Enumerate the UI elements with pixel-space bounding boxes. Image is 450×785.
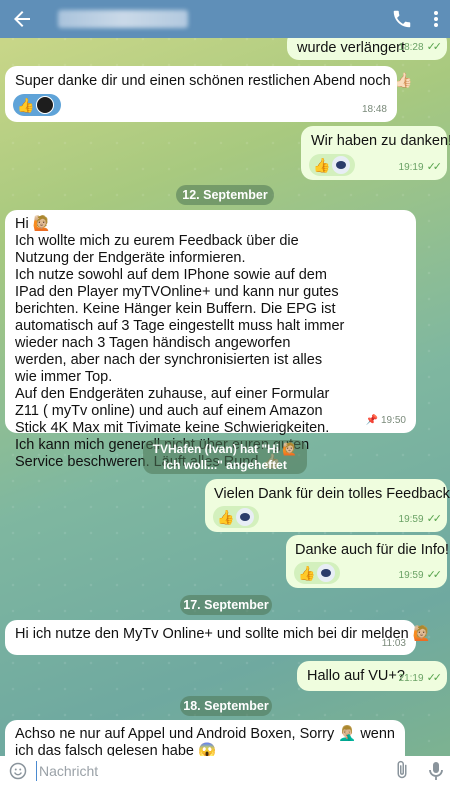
message-meta: 19:59 ✓✓ <box>398 567 443 584</box>
read-ticks-icon: ✓✓ <box>426 569 443 581</box>
attach-icon[interactable] <box>392 760 412 780</box>
chat-header <box>0 0 450 38</box>
phone-icon[interactable] <box>391 8 413 30</box>
thumbs-up-icon: 👍 <box>313 157 331 173</box>
date-separator: 18. September <box>180 696 272 716</box>
message-time: 21:19 <box>398 673 424 684</box>
read-ticks-icon: ✓✓ <box>426 672 443 684</box>
avatar <box>332 156 351 174</box>
message-meta: 19:59 ✓✓ <box>398 511 443 528</box>
emoji-icon[interactable] <box>9 762 27 780</box>
message-meta: 18:28 ✓✓ <box>398 39 443 56</box>
message-meta: 21:19 ✓✓ <box>398 670 443 687</box>
message-text: Super danke dir und einen schönen restli… <box>15 73 413 89</box>
reactions[interactable]: 👍 <box>309 154 355 176</box>
message-incoming[interactable]: Super danke dir und einen schönen restli… <box>5 66 413 122</box>
read-ticks-icon: ✓✓ <box>426 513 443 525</box>
message-meta: 19:19 ✓✓ <box>398 159 443 176</box>
message-text: Hi ich nutze den MyTv Online+ und sollte… <box>15 626 431 642</box>
back-arrow-icon[interactable] <box>10 7 34 31</box>
message-time: 19:59 <box>398 514 424 525</box>
read-ticks-icon: ✓✓ <box>426 41 443 53</box>
message-incoming[interactable]: Hi 🙋🏼 Ich wollte mich zu eurem Feedback … <box>5 210 416 470</box>
service-text: TVHafen (Ivan) hat "Hi 🙋🏼 <box>152 442 298 456</box>
message-text: Danke auch für die Info! <box>295 542 449 558</box>
read-ticks-icon: ✓✓ <box>426 161 443 173</box>
avatar <box>317 564 336 582</box>
reactions[interactable]: 👍 <box>213 506 259 528</box>
avatar <box>236 508 255 526</box>
message-time: 11:03 <box>381 638 406 649</box>
date-separator: 17. September <box>180 595 272 615</box>
message-incoming[interactable]: Hi ich nutze den MyTv Online+ und sollte… <box>5 620 431 655</box>
reactions[interactable]: 👍 <box>294 562 340 584</box>
message-outgoing[interactable]: Hallo auf VU+? 21:19 ✓✓ <box>297 661 447 691</box>
thumbs-up-icon: 👍 <box>17 97 35 113</box>
message-input[interactable]: Nachricht <box>36 761 336 781</box>
message-text: Hi 🙋🏼 Ich wollte mich zu eurem Feedback … <box>15 216 345 470</box>
date-separator: 12. September <box>176 185 274 205</box>
message-text: Hallo auf VU+? <box>307 668 405 684</box>
message-text: wurde verlängert <box>297 40 405 56</box>
message-outgoing[interactable]: Danke auch für die Info! 👍 19:59 ✓✓ <box>286 535 449 588</box>
message-text: Vielen Dank für dein tolles Feedback! <box>214 486 450 502</box>
thumbs-up-icon: 👍 <box>217 509 235 525</box>
message-time: 19:50 <box>380 415 406 426</box>
message-outgoing[interactable]: Vielen Dank für dein tolles Feedback! 👍 … <box>205 479 450 532</box>
message-meta: 📌 19:50 <box>366 412 406 429</box>
thumbs-up-icon: 👍 <box>298 565 316 581</box>
message-text: Achso ne nur auf Appel und Android Boxen… <box>15 726 400 759</box>
message-time: 18:28 <box>398 42 424 53</box>
message-outgoing[interactable]: Wir haben zu danken! 👍 19:19 ✓✓ <box>301 126 450 180</box>
message-time: 19:19 <box>398 162 424 173</box>
message-text: Wir haben zu danken! <box>311 133 450 149</box>
mic-icon[interactable] <box>428 760 444 782</box>
avatar <box>36 96 55 114</box>
more-vertical-icon[interactable] <box>428 8 444 30</box>
reactions[interactable]: 👍 <box>13 94 61 116</box>
service-message-pinned[interactable]: TVHafen (Ivan) hat "Hi 🙋🏼 Ich woll..." a… <box>143 440 307 474</box>
pin-icon: 📌 <box>365 415 379 426</box>
message-time: 19:59 <box>398 570 424 581</box>
message-composer: Nachricht <box>0 756 450 785</box>
message-time: 18:48 <box>361 104 387 115</box>
service-text: Ich woll..." angeheftet <box>163 458 287 472</box>
chat-title-blurred[interactable] <box>58 10 188 28</box>
